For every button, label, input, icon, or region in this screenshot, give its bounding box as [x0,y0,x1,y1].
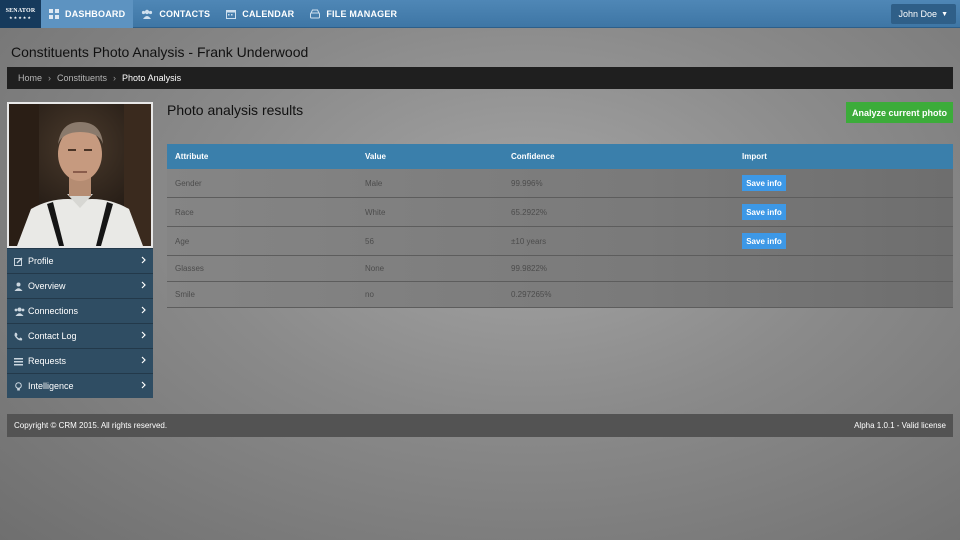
cell-confidence: 65.2922% [511,207,548,217]
cell-value: Male [365,178,383,188]
sidebar-item-connections[interactable]: Connections [7,298,153,323]
chevron-right-icon [141,356,146,366]
footer-version: Alpha 1.0.1 - Valid license [854,421,946,430]
cell-confidence: ±10 years [511,236,547,246]
nav-dashboard-label: DASHBOARD [65,8,126,19]
chevron-right-icon: › [48,73,52,83]
cell-confidence: 0.297265% [511,290,552,299]
sidebar-item-label: Requests [28,356,67,366]
page-title: Constituents Photo Analysis - Frank Unde… [11,44,309,60]
cell-import: Save info [734,233,953,249]
table-row: Age 56 ±10 years Save info [167,227,953,256]
sidebar-item-label: Profile [28,256,54,266]
table-row: Race White 65.2922% Save info [167,198,953,227]
sidebar-item-label: Intelligence [28,381,74,391]
footer: Copyright © CRM 2015. All rights reserve… [7,414,953,437]
cell-import: Save info [734,175,953,191]
sidebar-item-label: Connections [28,306,79,316]
chevron-right-icon [141,256,146,266]
user-icon [14,282,26,291]
cell-value: 56 [365,236,374,246]
nav-dashboard[interactable]: DASHBOARD [41,0,134,28]
lightbulb-icon [14,381,26,391]
cell-confidence: 99.996% [511,178,543,188]
cell-attribute: Gender [175,178,202,188]
chevron-right-icon: › [113,73,117,83]
top-navbar: SENATOR ★★★★★ DASHBOARD CONTACTS CALENDA… [0,0,960,28]
user-name: John Doe [898,9,938,19]
cell-attribute: Smile [175,290,196,299]
nav-file-manager[interactable]: FILE MANAGER [302,0,405,28]
list-icon [14,357,26,366]
footer-copyright: Copyright © CRM 2015. All rights reserve… [14,421,168,430]
sidebar-item-label: Overview [28,281,66,291]
sidebar-item-intelligence[interactable]: Intelligence [7,373,153,398]
table-row: Smile no 0.297265% [167,282,953,308]
edit-icon [14,257,26,266]
cell-attribute: Age [175,236,190,246]
sidebar: Profile Overview Connections Contact Log… [7,102,153,398]
users-icon [142,9,153,19]
nav-contacts-label: CONTACTS [159,8,211,19]
sidebar-item-label: Contact Log [28,331,77,341]
caret-down-icon: ▼ [941,10,948,18]
table-header: Attribute Value Confidence Import [167,144,953,169]
user-menu-button[interactable]: John Doe ▼ [890,4,956,24]
portrait-image [9,104,151,246]
cell-confidence: 99.9822% [511,264,548,273]
cell-value: White [365,207,386,217]
breadcrumb-home[interactable]: Home [18,73,42,83]
phone-icon [14,332,26,341]
results-title: Photo analysis results [167,102,304,118]
breadcrumb: Home › Constituents › Photo Analysis [7,67,953,89]
analyze-photo-button[interactable]: Analyze current photo [846,102,953,123]
grid-icon [49,8,59,19]
cell-attribute: Glasses [175,264,204,273]
breadcrumb-constituents[interactable]: Constituents [57,73,107,83]
nav-calendar[interactable]: CALENDAR [218,0,302,28]
logo-stars: ★★★★★ [9,14,32,20]
column-header-confidence: Confidence [511,152,555,161]
column-header-import: Import [742,152,767,161]
cell-value: no [365,290,374,299]
sidebar-item-overview[interactable]: Overview [7,273,153,298]
calendar-icon [226,9,237,19]
constituent-photo [7,102,153,248]
sidebar-item-contact-log[interactable]: Contact Log [7,323,153,348]
breadcrumb-photo-analysis: Photo Analysis [122,73,182,83]
save-info-button[interactable]: Save info [742,175,786,191]
results-table: Attribute Value Confidence Import Gender… [167,144,953,308]
senator-logo[interactable]: SENATOR ★★★★★ [0,0,41,28]
table-row: Glasses None 99.9822% [167,256,953,282]
users-icon [14,307,26,316]
chevron-right-icon [141,381,146,391]
cell-import: Save info [734,204,953,220]
cell-value: None [365,264,385,273]
chevron-right-icon [141,306,146,316]
sidebar-item-profile[interactable]: Profile [7,248,153,273]
nav-contacts[interactable]: CONTACTS [133,0,218,28]
save-info-button[interactable]: Save info [742,233,786,249]
column-header-attribute: Attribute [175,152,209,161]
cell-attribute: Race [175,207,194,217]
logo-text: SENATOR [5,7,36,14]
table-row: Gender Male 99.996% Save info [167,169,953,198]
sidebar-item-requests[interactable]: Requests [7,348,153,373]
chevron-right-icon [141,281,146,291]
chevron-right-icon [141,331,146,341]
nav-calendar-label: CALENDAR [242,8,295,19]
save-info-button[interactable]: Save info [742,204,786,220]
drive-icon [310,9,321,18]
nav-file-manager-label: FILE MANAGER [326,8,398,19]
column-header-value: Value [365,152,386,161]
